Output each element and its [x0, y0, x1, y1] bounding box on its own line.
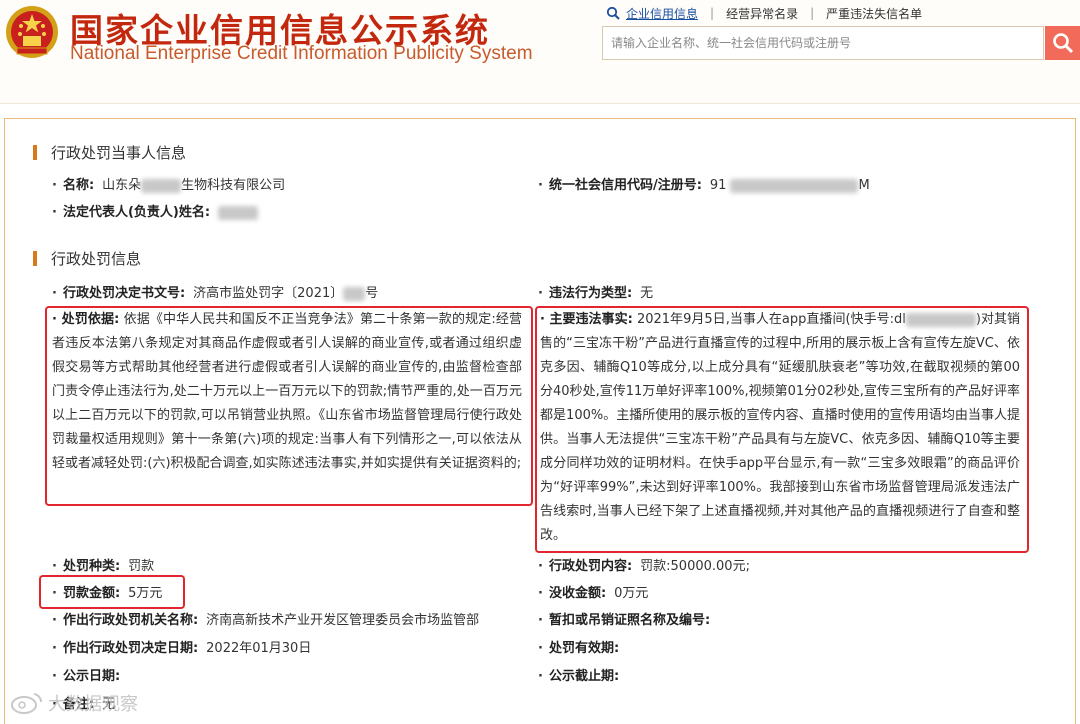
- doc-no-field: · 行政处罚决定书文号: 济高市监处罚字〔2021〕号: [52, 286, 379, 301]
- search-input[interactable]: [603, 27, 1043, 59]
- site-header: 国家企业信用信息公示系统 National Enterprise Credit …: [0, 0, 1080, 104]
- redacted-mark: [343, 286, 366, 301]
- credit-code-field: · 统一社会信用代码/注册号: 91 M: [538, 178, 870, 193]
- penalty-kind-value: 罚款: [128, 559, 155, 574]
- legal-rep-field: · 法定代表人(负责人)姓名:: [52, 202, 259, 223]
- section-marker: [33, 145, 37, 160]
- publish-date-field: · 公示日期:: [52, 669, 121, 684]
- penalty-section-title: 行政处罚信息: [33, 248, 141, 269]
- party-name-field: · 名称: 山东朵 生物科技有限公司: [52, 178, 286, 193]
- publish-end-field: · 公示截止期:: [538, 669, 620, 684]
- search-button[interactable]: [1045, 26, 1080, 60]
- section-marker: [33, 251, 37, 266]
- field-label: 统一社会信用代码/注册号:: [548, 178, 702, 193]
- site-subtitle: National Enterprise Credit Information P…: [70, 43, 533, 64]
- field-label: 违法行为类型:: [548, 286, 633, 301]
- violation-type-field: · 违法行为类型: 无: [538, 286, 654, 301]
- field-label: 处罚种类:: [62, 559, 121, 574]
- redacted-mark: [730, 178, 859, 193]
- watermark-text: 大数据观察: [48, 694, 138, 715]
- field-label: 名称:: [62, 178, 95, 193]
- field-label: 行政处罚内容:: [548, 559, 633, 574]
- doc-no-value: 济高市监处罚字〔2021〕号: [193, 286, 379, 301]
- redacted-mark: [141, 178, 182, 193]
- decision-date-field: · 作出行政处罚决定日期: 2022年01月30日: [52, 641, 312, 656]
- field-label: 处罚有效期:: [548, 641, 620, 656]
- authority-field: · 作出行政处罚机关名称: 济南高新技术产业开发区管理委员会市场监管部: [52, 613, 480, 628]
- section-title-text: 行政处罚当事人信息: [51, 144, 187, 162]
- highlight-box-amount: [39, 575, 185, 609]
- field-label: 作出行政处罚机关名称:: [62, 613, 199, 628]
- nav-divider: |: [810, 6, 815, 20]
- field-label: 没收金额:: [548, 586, 607, 601]
- search-icon: [606, 6, 620, 20]
- highlight-box-facts: [535, 306, 1029, 553]
- party-name-value: 山东朵 生物科技有限公司: [102, 178, 286, 193]
- field-label: 作出行政处罚决定日期:: [62, 641, 199, 656]
- search-icon: [1052, 33, 1073, 54]
- penalty-kind-field: · 处罚种类: 罚款: [52, 559, 155, 574]
- credit-code-value: 91 M: [709, 178, 870, 193]
- field-label: 行政处罚决定书文号:: [62, 286, 186, 301]
- field-label: 公示截止期:: [548, 669, 620, 684]
- highlight-box-basis: [45, 306, 533, 506]
- confiscation-value: 0万元: [614, 586, 649, 601]
- confiscation-field: · 没收金额: 0万元: [538, 586, 649, 601]
- redacted-mark: [218, 205, 259, 220]
- validity-field: · 处罚有效期:: [538, 641, 620, 656]
- party-section-title: 行政处罚当事人信息: [33, 142, 186, 163]
- weibo-logo-icon: [11, 693, 43, 714]
- nav-blacklist[interactable]: 严重违法失信名单: [826, 5, 922, 22]
- field-label: 公示日期:: [62, 669, 121, 684]
- watermark: 大数据观察: [10, 690, 138, 716]
- nav-divider: |: [710, 6, 715, 20]
- field-label: 法定代表人(负责人)姓名:: [62, 205, 211, 220]
- authority-value: 济南高新技术产业开发区管理委员会市场监管部: [206, 613, 480, 628]
- penalty-content-value: 罚款:50000.00元;: [640, 559, 750, 574]
- nav-enterprise-credit[interactable]: 企业信用信息: [626, 5, 698, 22]
- field-label: 暂扣或吊销证照名称及编号:: [548, 613, 711, 628]
- national-emblem-icon: [6, 6, 58, 58]
- decision-date-value: 2022年01月30日: [206, 641, 312, 656]
- search-box: [602, 26, 1044, 60]
- nav-abnormal-list[interactable]: 经营异常名录: [726, 5, 798, 22]
- violation-type-value: 无: [640, 286, 654, 301]
- penalty-content-field: · 行政处罚内容: 罚款:50000.00元;: [538, 559, 750, 574]
- license-field: · 暂扣或吊销证照名称及编号:: [538, 613, 711, 628]
- top-nav: 企业信用信息 | 经营异常名录 | 严重违法失信名单: [606, 4, 922, 22]
- section-title-text: 行政处罚信息: [51, 250, 142, 268]
